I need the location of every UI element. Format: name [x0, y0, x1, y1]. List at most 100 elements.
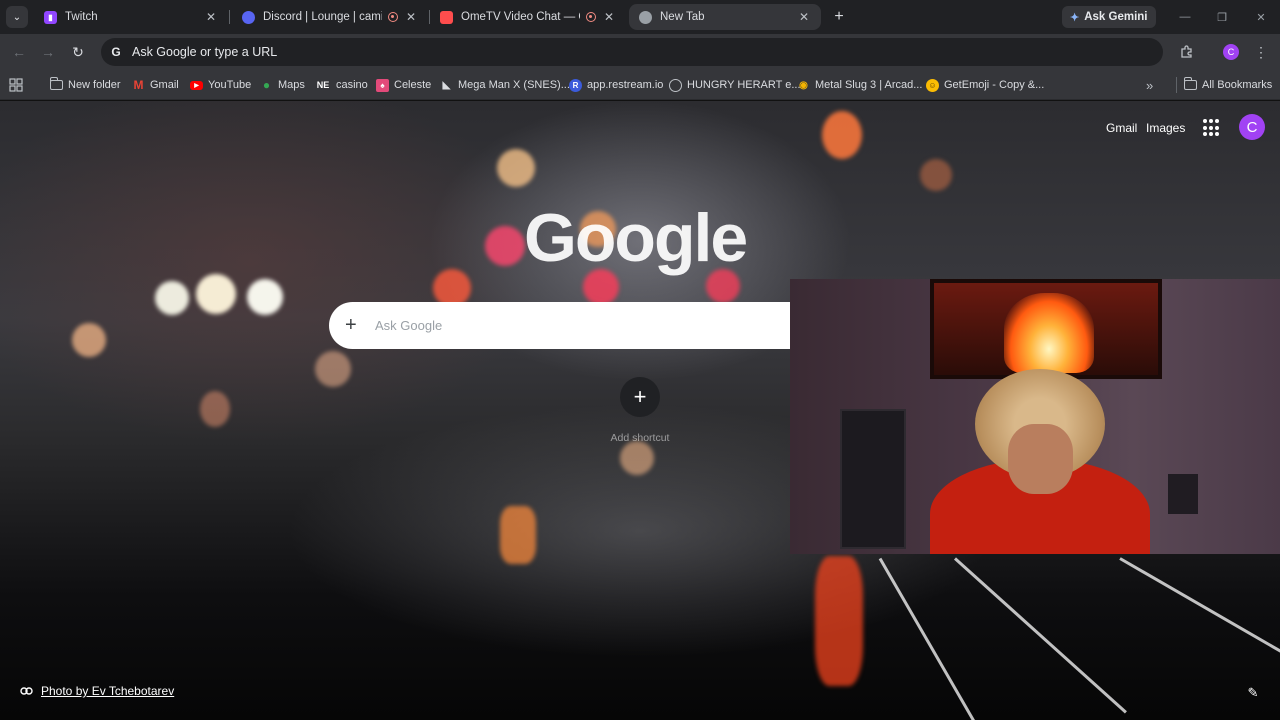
discord-icon — [242, 10, 255, 24]
road-marking — [953, 557, 1127, 714]
apps-grid-icon[interactable] — [9, 76, 23, 94]
gmail-link[interactable]: Gmail — [1106, 121, 1137, 135]
bookmark-label: Gmail — [150, 79, 179, 91]
gemini-label: Ask Gemini — [1084, 11, 1148, 23]
bookmark-getemoji[interactable]: ☺ GetEmoji - Copy &... — [926, 76, 1044, 94]
profile-initial: C — [1223, 44, 1239, 60]
tab-discord[interactable]: Discord | Lounge | camilosy ✕ — [232, 4, 428, 30]
address-input[interactable] — [132, 45, 1032, 59]
link-icon — [20, 684, 34, 698]
bookmark-maps[interactable]: ● Maps — [260, 76, 305, 94]
bookmark-casino[interactable]: NE casino — [315, 76, 368, 94]
tab-ometv[interactable]: OmeTV Video Chat — Ome ✕ — [430, 4, 626, 30]
ask-gemini-button[interactable]: ✦ Ask Gemini — [1062, 6, 1156, 28]
tab-search-button[interactable]: ⌄ — [6, 6, 28, 28]
google-apps-icon[interactable] — [1203, 119, 1221, 137]
back-icon[interactable]: ← — [10, 43, 28, 61]
new-tab-button[interactable]: + — [830, 8, 848, 26]
bookmark-label: Metal Slug 3 | Arcad... — [815, 79, 923, 91]
bokeh-light — [822, 111, 862, 159]
forward-icon[interactable]: → — [39, 43, 57, 61]
emoji-icon: ☺ — [926, 78, 939, 92]
bookmark-new-folder[interactable]: New folder — [49, 76, 121, 94]
plus-icon[interactable]: + — [345, 314, 361, 337]
bookmark-label: app.restream.io — [587, 79, 664, 91]
images-link[interactable]: Images — [1146, 121, 1185, 135]
reload-icon[interactable]: ↻ — [69, 43, 87, 61]
bookmark-label: HUNGRY HERART e... — [687, 79, 801, 91]
road-marking — [878, 557, 992, 720]
bokeh-light — [920, 159, 952, 191]
twitch-icon: ▮ — [44, 10, 57, 24]
all-bookmarks-label: All Bookmarks — [1202, 79, 1273, 91]
bookmark-label: Maps — [278, 79, 305, 91]
bookmark-gmail[interactable]: M Gmail — [132, 76, 179, 94]
profile-button[interactable]: C — [1221, 42, 1241, 62]
tab-new-tab[interactable]: New Tab ✕ — [629, 4, 821, 30]
close-icon[interactable]: ✕ — [204, 10, 218, 24]
add-shortcut-icon[interactable]: + — [620, 377, 660, 417]
menu-kebab-icon[interactable]: ⋮ — [1251, 42, 1271, 62]
recording-icon — [388, 12, 398, 22]
folder-icon — [1183, 77, 1197, 92]
photo-credit-link[interactable]: Photo by Ev Tchebotarev — [41, 684, 174, 698]
celeste-icon: ♠ — [376, 78, 389, 92]
ometv-icon — [440, 10, 453, 24]
hungry-icon — [669, 78, 682, 92]
bokeh-light — [196, 274, 236, 314]
megaman-icon: ◣ — [442, 79, 451, 91]
minimize-icon[interactable]: — — [1176, 8, 1194, 26]
chevron-down-icon: ⌄ — [12, 11, 22, 23]
tab-twitch[interactable]: ▮ Twitch ✕ — [34, 4, 228, 30]
youtube-icon: ▶ — [190, 80, 203, 90]
speaker-image — [1168, 474, 1198, 514]
account-avatar[interactable]: C — [1239, 114, 1265, 140]
photo-credit[interactable]: Photo by Ev Tchebotarev — [20, 684, 174, 698]
customize-pencil-icon[interactable]: ✎ — [1245, 685, 1261, 701]
bokeh-light — [247, 279, 283, 315]
bookmark-youtube[interactable]: ▶ YouTube — [190, 76, 251, 94]
all-bookmarks-button[interactable]: All Bookmarks — [1183, 76, 1273, 94]
bookmark-celeste[interactable]: ♠ Celeste — [376, 76, 431, 94]
piano-image — [840, 409, 906, 549]
bookmark-hungry-herart[interactable]: HUNGRY HERART e... — [669, 76, 801, 94]
bokeh-light — [485, 226, 525, 266]
bookmark-label: casino — [336, 79, 368, 91]
more-bookmarks-icon[interactable]: » — [1146, 76, 1153, 94]
road-marking — [1119, 557, 1280, 660]
google-logo: Google — [524, 200, 748, 276]
bokeh-light — [497, 149, 535, 187]
window-close-icon[interactable]: ✕ — [1252, 8, 1270, 26]
restore-icon[interactable]: ❐ — [1213, 8, 1231, 26]
folder-icon — [49, 77, 63, 92]
close-icon[interactable]: ✕ — [404, 10, 418, 24]
bokeh-light — [620, 441, 654, 475]
add-shortcut-tile[interactable]: + Add shortcut — [600, 377, 680, 444]
close-icon[interactable]: ✕ — [602, 10, 616, 24]
tab-title: OmeTV Video Chat — Ome — [461, 11, 580, 23]
bookmark-metal-slug[interactable]: ◉ Metal Slug 3 | Arcad... — [797, 76, 922, 94]
extensions-icon[interactable] — [1177, 42, 1197, 62]
bokeh-light — [500, 506, 536, 564]
address-bar[interactable]: G — [101, 38, 1163, 66]
bookmark-megaman[interactable]: ◣ Mega Man X (SNES)... — [440, 76, 570, 94]
ne-icon: NE — [316, 80, 330, 90]
toolbar: ← → ↻ G C ⋮ — [0, 34, 1280, 70]
bokeh-light — [155, 281, 189, 315]
person-face — [1008, 424, 1073, 494]
add-shortcut-label: Add shortcut — [610, 432, 670, 444]
webcam-video-overlay — [790, 279, 1280, 554]
bookmark-label: GetEmoji - Copy &... — [944, 79, 1045, 91]
close-icon[interactable]: ✕ — [797, 10, 811, 24]
bookmark-restream[interactable]: R app.restream.io — [569, 76, 663, 94]
tab-title: Twitch — [65, 11, 98, 23]
bookmark-label: Celeste — [394, 79, 432, 91]
maps-icon: ● — [262, 78, 271, 92]
restream-icon: R — [569, 78, 582, 92]
google-g-icon: G — [111, 45, 121, 59]
bookmark-label: New folder — [68, 79, 121, 91]
tab-title: New Tab — [660, 11, 705, 23]
metalslug-icon: ◉ — [799, 79, 808, 91]
ntp-search-input[interactable] — [375, 318, 795, 333]
bokeh-light — [200, 391, 230, 427]
